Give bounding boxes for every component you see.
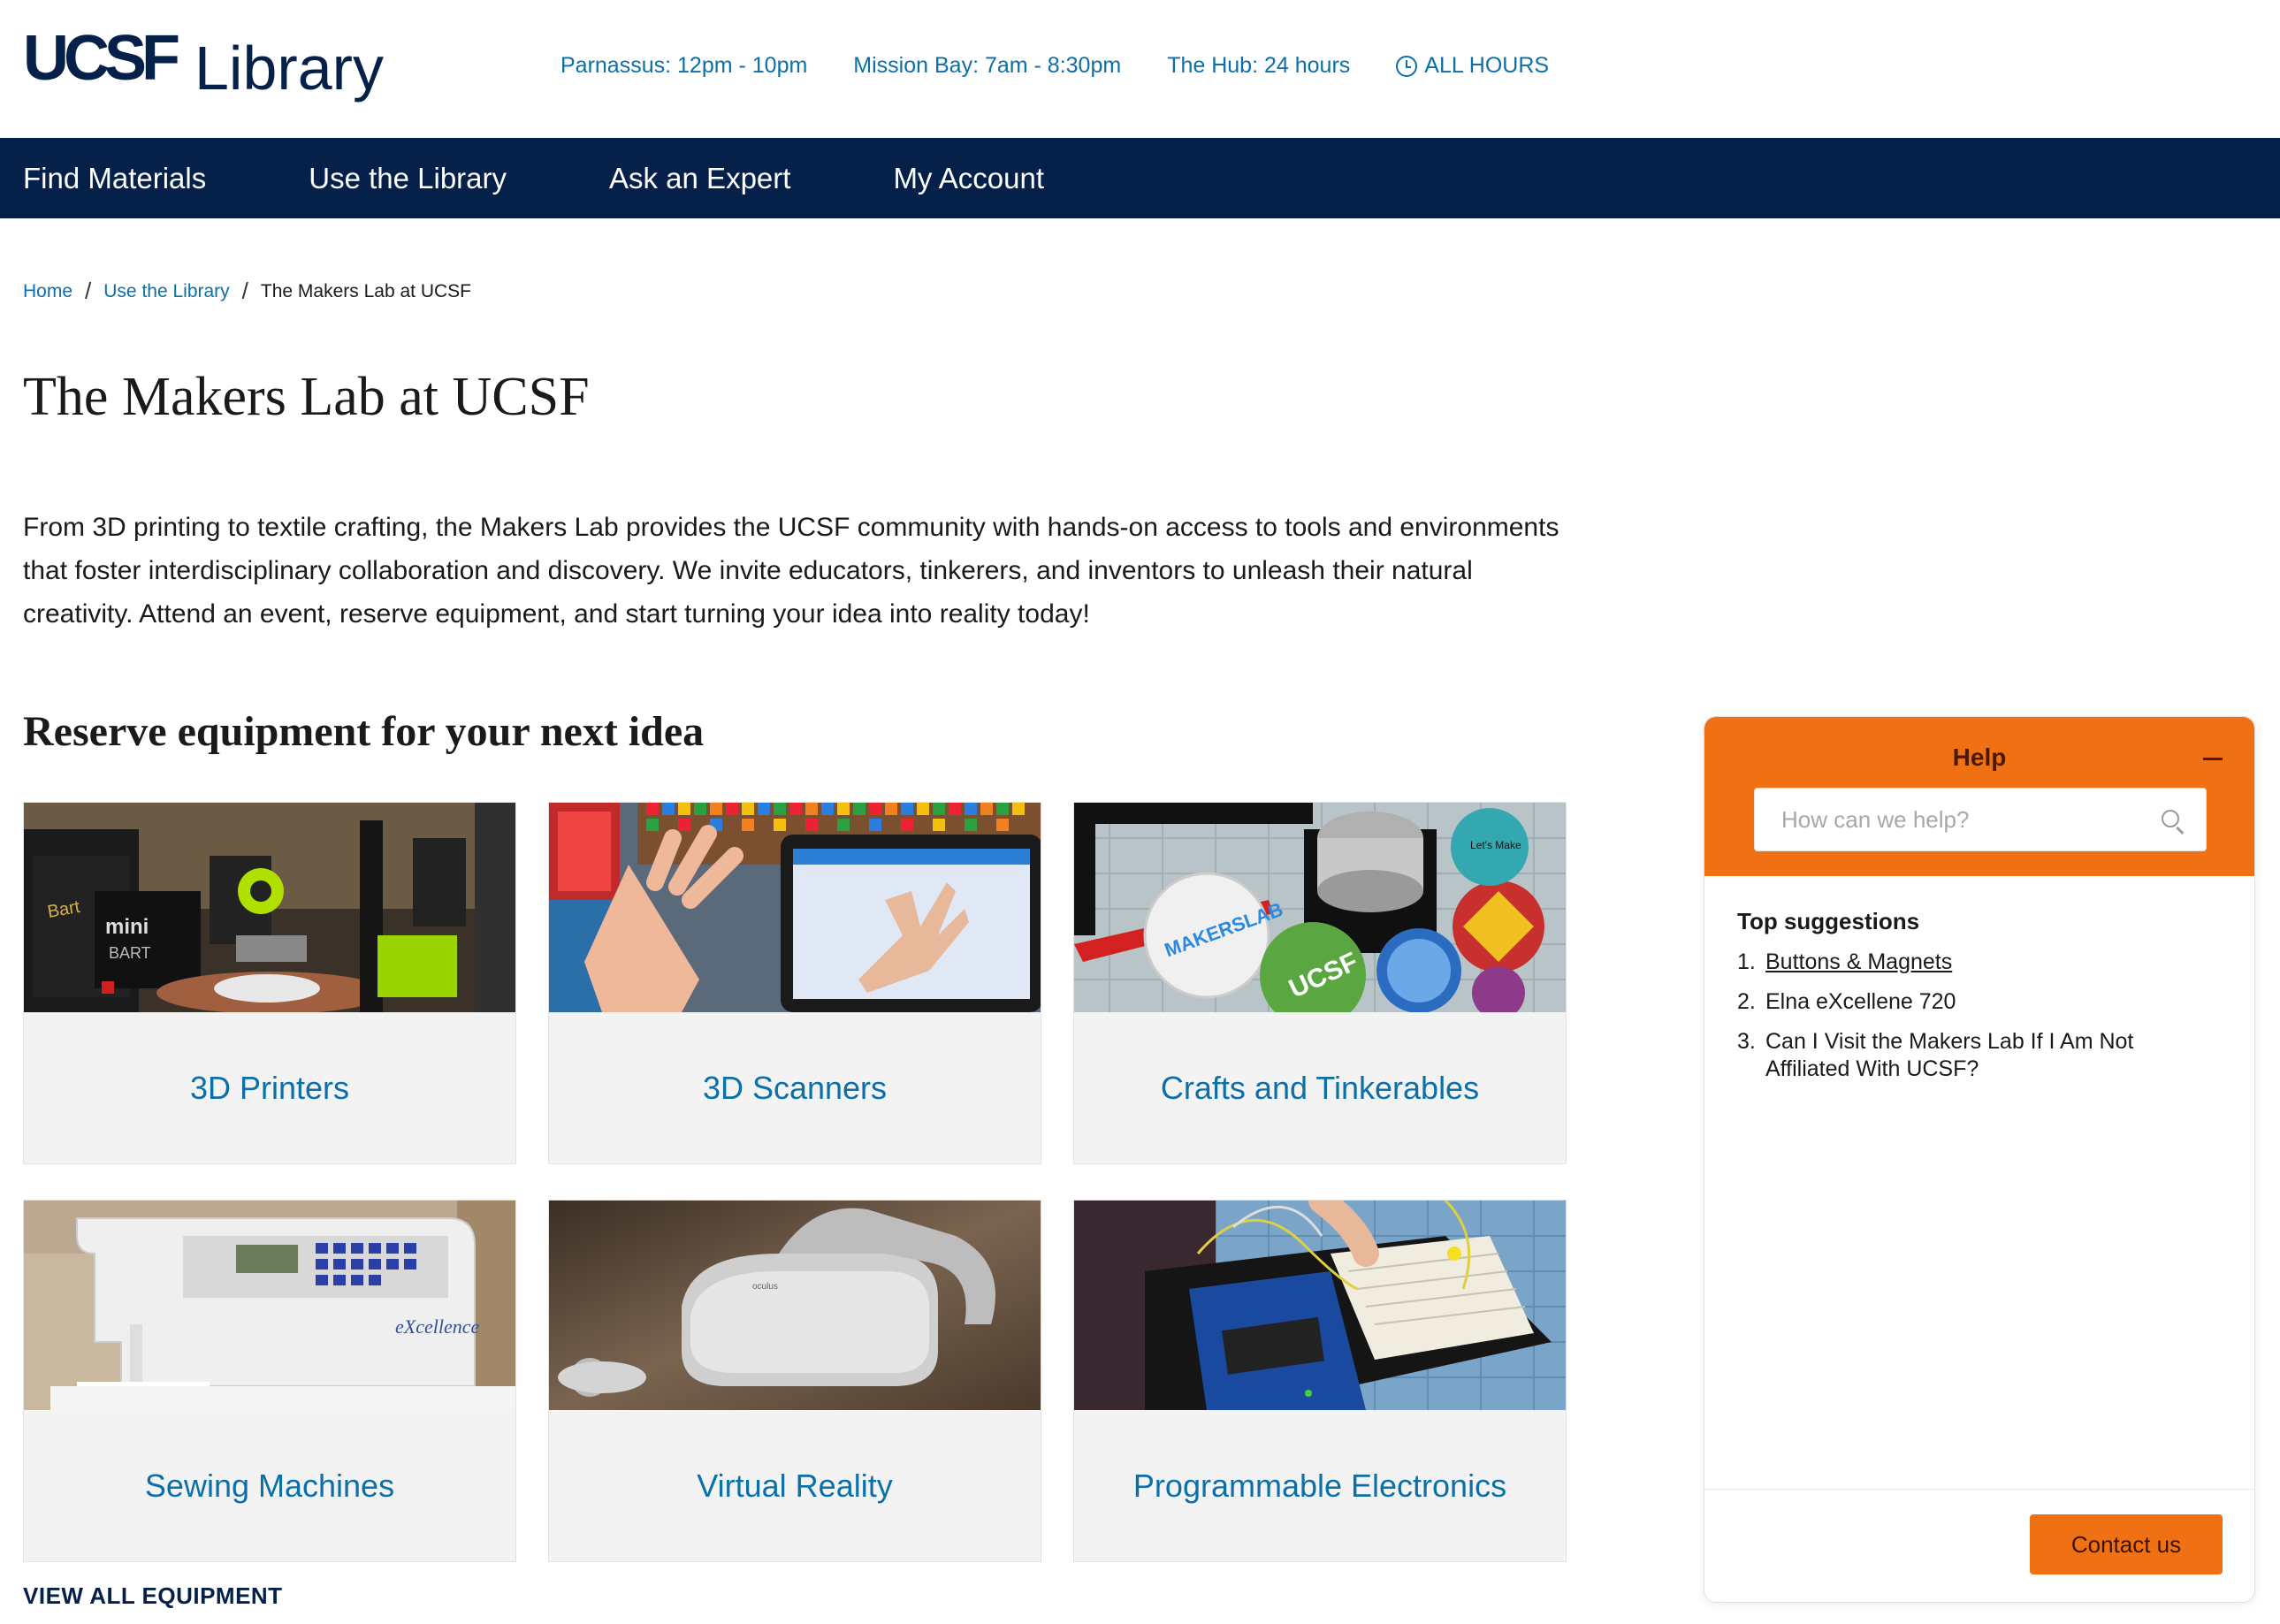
3d-printer-image: Bart mini BART xyxy=(24,803,515,1012)
help-widget: Help How can we help? Top suggestions 1.… xyxy=(1704,716,2255,1603)
help-search-placeholder: How can we help? xyxy=(1781,805,1970,833)
nav-find-materials[interactable]: Find Materials xyxy=(23,162,206,195)
card-sewing-machines[interactable]: eXcellence Sewing Machines xyxy=(23,1200,516,1562)
card-label: Virtual Reality xyxy=(697,1467,893,1504)
all-hours-link[interactable]: ALL HOURS xyxy=(1396,53,1549,79)
breadcrumb-use-the-library[interactable]: Use the Library xyxy=(103,281,229,302)
nav-use-the-library[interactable]: Use the Library xyxy=(309,162,507,195)
card-label: Programmable Electronics xyxy=(1132,1467,1507,1504)
3d-scanner-image xyxy=(549,803,1041,1012)
all-hours-label: ALL HOURS xyxy=(1424,53,1550,78)
svg-text:oculus: oculus xyxy=(752,1282,778,1292)
suggestion-number: 1. xyxy=(1737,949,1756,974)
hours-mission-bay[interactable]: Mission Bay: 7am - 8:30pm xyxy=(853,53,1121,79)
svg-text:BART: BART xyxy=(109,944,151,962)
card-3d-scanners[interactable]: 3D Scanners xyxy=(548,802,1041,1164)
help-header: Help How can we help? xyxy=(1704,717,2254,876)
suggestion-link[interactable]: Buttons & Magnets xyxy=(1765,949,1952,976)
suggestion-item[interactable]: 2. Elna eXcellene 720 xyxy=(1737,988,2197,1016)
clock-icon xyxy=(1396,55,1418,77)
help-title: Help xyxy=(1952,743,2007,771)
help-search-input[interactable]: How can we help? xyxy=(1754,788,2207,851)
logo-mark: UCSF xyxy=(23,23,180,94)
search-icon[interactable] xyxy=(2162,810,2179,827)
help-footer: Contact us xyxy=(1704,1489,2254,1602)
card-label: 3D Printers xyxy=(189,1069,350,1106)
view-all-equipment-link[interactable]: VIEW ALL EQUIPMENT xyxy=(23,1582,283,1610)
breadcrumb-current: The Makers Lab at UCSF xyxy=(260,280,471,301)
suggestion-number: 3. xyxy=(1737,1029,1756,1054)
page-title: The Makers Lab at UCSF xyxy=(23,367,590,427)
breadcrumb-separator: / xyxy=(241,278,248,304)
contact-us-button[interactable]: Contact us xyxy=(2030,1514,2223,1574)
library-hours: Parnassus: 12pm - 10pm Mission Bay: 7am … xyxy=(560,53,1549,79)
card-programmable-electronics[interactable]: Programmable Electronics xyxy=(1073,1200,1567,1562)
section-title: Reserve equipment for your next idea xyxy=(23,708,705,755)
main-nav: Find Materials Use the Library Ask an Ex… xyxy=(0,138,2280,218)
minimize-icon[interactable] xyxy=(2203,758,2223,760)
sewing-machine-image: eXcellence xyxy=(24,1201,515,1410)
breadcrumb: Home / Use the Library / The Makers Lab … xyxy=(23,278,471,305)
card-label: 3D Scanners xyxy=(702,1069,888,1106)
svg-text:mini: mini xyxy=(105,915,149,939)
nav-ask-an-expert[interactable]: Ask an Expert xyxy=(609,162,790,195)
crafts-image: MAKERSLAB UCSF Let's Make xyxy=(1074,803,1566,1012)
suggestion-link[interactable]: Elna eXcellene 720 xyxy=(1765,988,1956,1016)
suggestion-link[interactable]: Can I Visit the Makers Lab If I Am Not A… xyxy=(1765,1028,2197,1083)
vr-headset-image: oculus xyxy=(549,1201,1041,1410)
suggestions-title: Top suggestions xyxy=(1737,908,1920,934)
hours-the-hub[interactable]: The Hub: 24 hours xyxy=(1167,53,1350,79)
card-virtual-reality[interactable]: oculus Virtual Reality xyxy=(548,1200,1041,1562)
hours-parnassus[interactable]: Parnassus: 12pm - 10pm xyxy=(560,53,807,79)
card-label: Crafts and Tinkerables xyxy=(1160,1069,1480,1106)
svg-text:Let's Make: Let's Make xyxy=(1470,839,1521,851)
card-label: Sewing Machines xyxy=(144,1467,395,1504)
suggestion-number: 2. xyxy=(1737,989,1756,1014)
logo-text: Library xyxy=(194,34,384,103)
breadcrumb-separator: / xyxy=(85,278,92,304)
electronics-image xyxy=(1074,1201,1566,1410)
intro-paragraph: From 3D printing to textile crafting, th… xyxy=(23,513,1559,629)
suggestions-list: 1. Buttons & Magnets 2. Elna eXcellene 7… xyxy=(1737,949,2197,1095)
card-3d-printers[interactable]: Bart mini BART 3D Printers xyxy=(23,802,516,1164)
suggestion-item[interactable]: 3. Can I Visit the Makers Lab If I Am No… xyxy=(1737,1028,2197,1083)
nav-my-account[interactable]: My Account xyxy=(893,162,1044,195)
breadcrumb-home[interactable]: Home xyxy=(23,281,72,302)
ucsf-library-logo[interactable]: UCSF Library xyxy=(23,23,384,99)
suggestion-item[interactable]: 1. Buttons & Magnets xyxy=(1737,949,2197,976)
card-crafts-and-tinkerables[interactable]: MAKERSLAB UCSF Let's Make Crafts and Tin… xyxy=(1073,802,1567,1164)
site-header: UCSF Library Parnassus: 12pm - 10pm Miss… xyxy=(0,0,2280,138)
svg-text:eXcellence: eXcellence xyxy=(395,1315,479,1338)
